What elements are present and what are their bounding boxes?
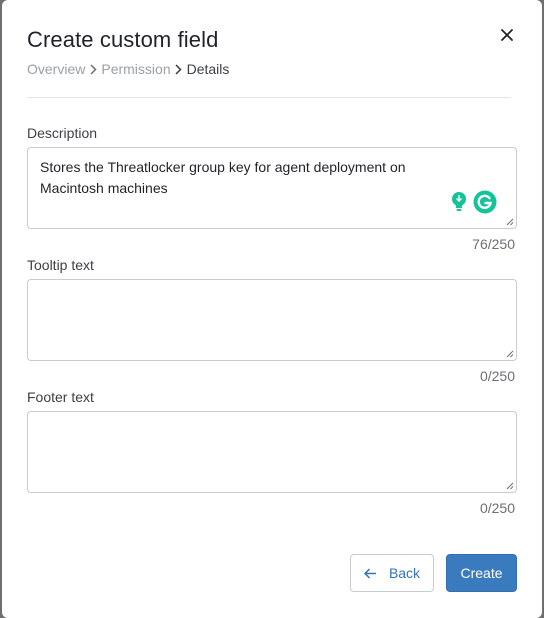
breadcrumb-overview[interactable]: Overview xyxy=(27,61,85,77)
close-button[interactable] xyxy=(496,24,518,46)
arrow-left-icon xyxy=(363,567,376,579)
tooltip-counter: 0/250 xyxy=(479,368,515,384)
tooltip-label: Tooltip text xyxy=(27,257,94,273)
breadcrumb-details: Details xyxy=(186,61,230,77)
chevron-right-icon xyxy=(87,62,99,76)
grammarly-icon[interactable] xyxy=(473,190,497,214)
header-divider xyxy=(27,97,511,98)
resize-handle[interactable] xyxy=(506,482,514,490)
description-label: Description xyxy=(27,125,98,141)
footer-counter: 0/250 xyxy=(479,500,515,516)
resize-handle[interactable] xyxy=(506,350,514,358)
create-custom-field-dialog: Create custom field Overview Permission … xyxy=(2,0,542,618)
description-textarea[interactable]: Stores the Threatlocker group key for ag… xyxy=(27,147,517,229)
close-icon xyxy=(501,29,513,41)
breadcrumb: Overview Permission Details xyxy=(27,61,229,77)
footer-textarea[interactable] xyxy=(27,411,517,493)
description-counter: 76/250 xyxy=(472,236,515,252)
tooltip-textarea[interactable] xyxy=(27,279,517,361)
back-button[interactable]: Back xyxy=(350,554,434,592)
create-button[interactable]: Create xyxy=(446,554,517,592)
footer-label: Footer text xyxy=(27,389,94,405)
resize-handle[interactable] xyxy=(506,218,514,226)
create-label: Create xyxy=(460,565,503,581)
grammarly-widget[interactable] xyxy=(444,188,500,216)
dialog-title: Create custom field xyxy=(27,27,219,52)
breadcrumb-permission[interactable]: Permission xyxy=(101,61,170,77)
back-label: Back xyxy=(388,565,421,581)
chevron-right-icon xyxy=(173,62,185,76)
description-value[interactable]: Stores the Threatlocker group key for ag… xyxy=(40,157,456,199)
lightbulb-icon[interactable] xyxy=(450,191,468,213)
